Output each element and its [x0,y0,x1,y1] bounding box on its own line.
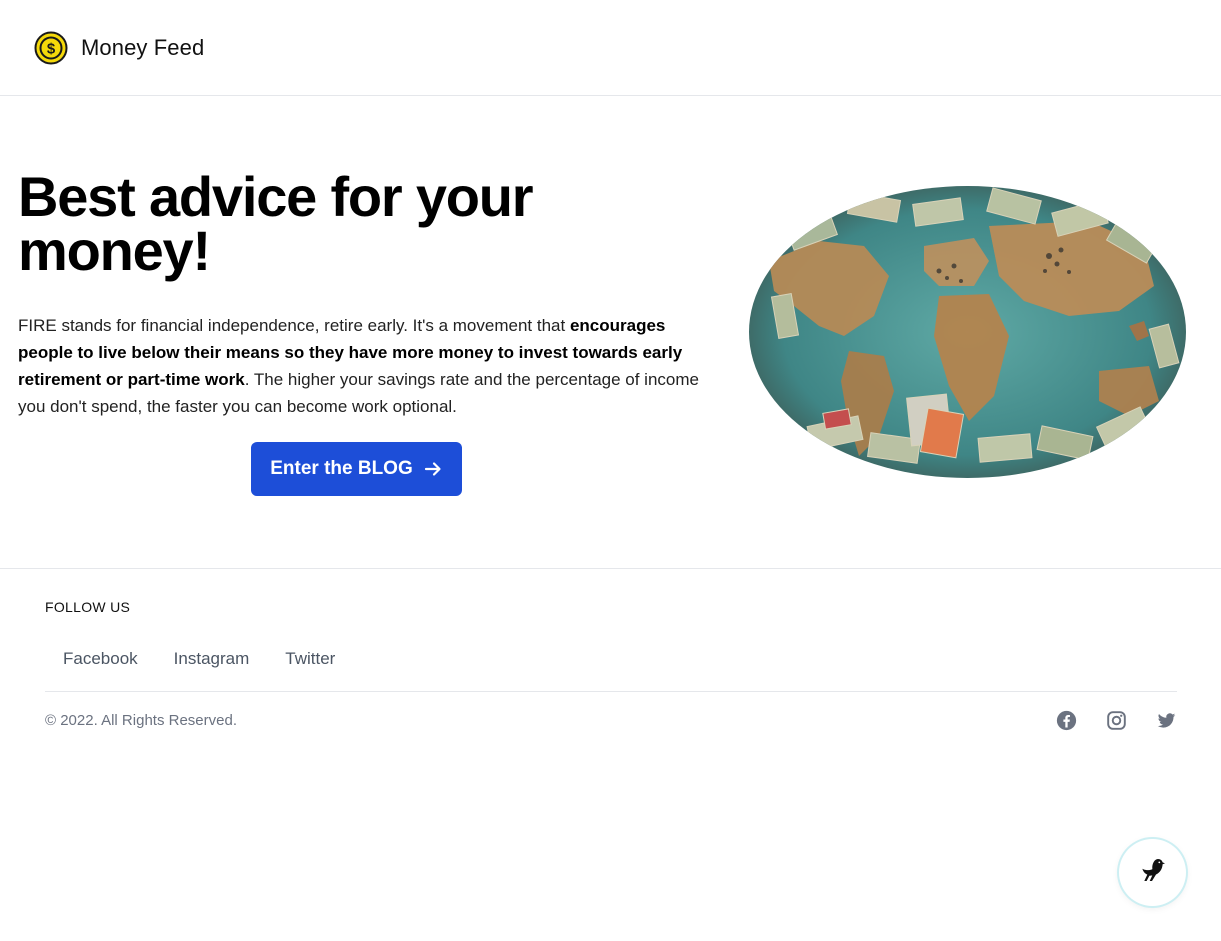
instagram-link[interactable]: Instagram [174,649,250,669]
twitter-link[interactable]: Twitter [285,649,335,669]
follow-us-heading: FOLLOW US [45,599,131,615]
hero-title: Best advice for your money! [18,165,534,282]
brand-name[interactable]: Money Feed [81,35,204,61]
dollar-coin-icon[interactable]: $ [34,31,68,65]
hero-description: FIRE stands for financial independence, … [18,312,708,420]
footer-social-icons [1056,710,1177,731]
svg-text:$: $ [47,40,56,57]
instagram-icon[interactable] [1106,710,1127,731]
enter-blog-button[interactable]: Enter the BLOG [251,442,462,496]
twitter-icon[interactable] [1156,710,1177,731]
enter-blog-label: Enter the BLOG [270,458,413,479]
site-header: $ Money Feed [0,0,1221,96]
footer-divider-top [0,568,1221,569]
footer-divider [45,691,1177,692]
hero-text-intro: FIRE stands for financial independence, … [18,316,570,335]
facebook-icon[interactable] [1056,710,1077,731]
bird-icon [1138,855,1168,890]
social-links: Facebook Instagram Twitter [63,649,371,669]
arrow-right-icon [423,459,443,479]
copyright-text: © 2022. All Rights Reserved. [45,712,237,729]
hero-image [749,186,1186,478]
chat-widget-button[interactable] [1119,839,1186,906]
facebook-link[interactable]: Facebook [63,649,138,669]
